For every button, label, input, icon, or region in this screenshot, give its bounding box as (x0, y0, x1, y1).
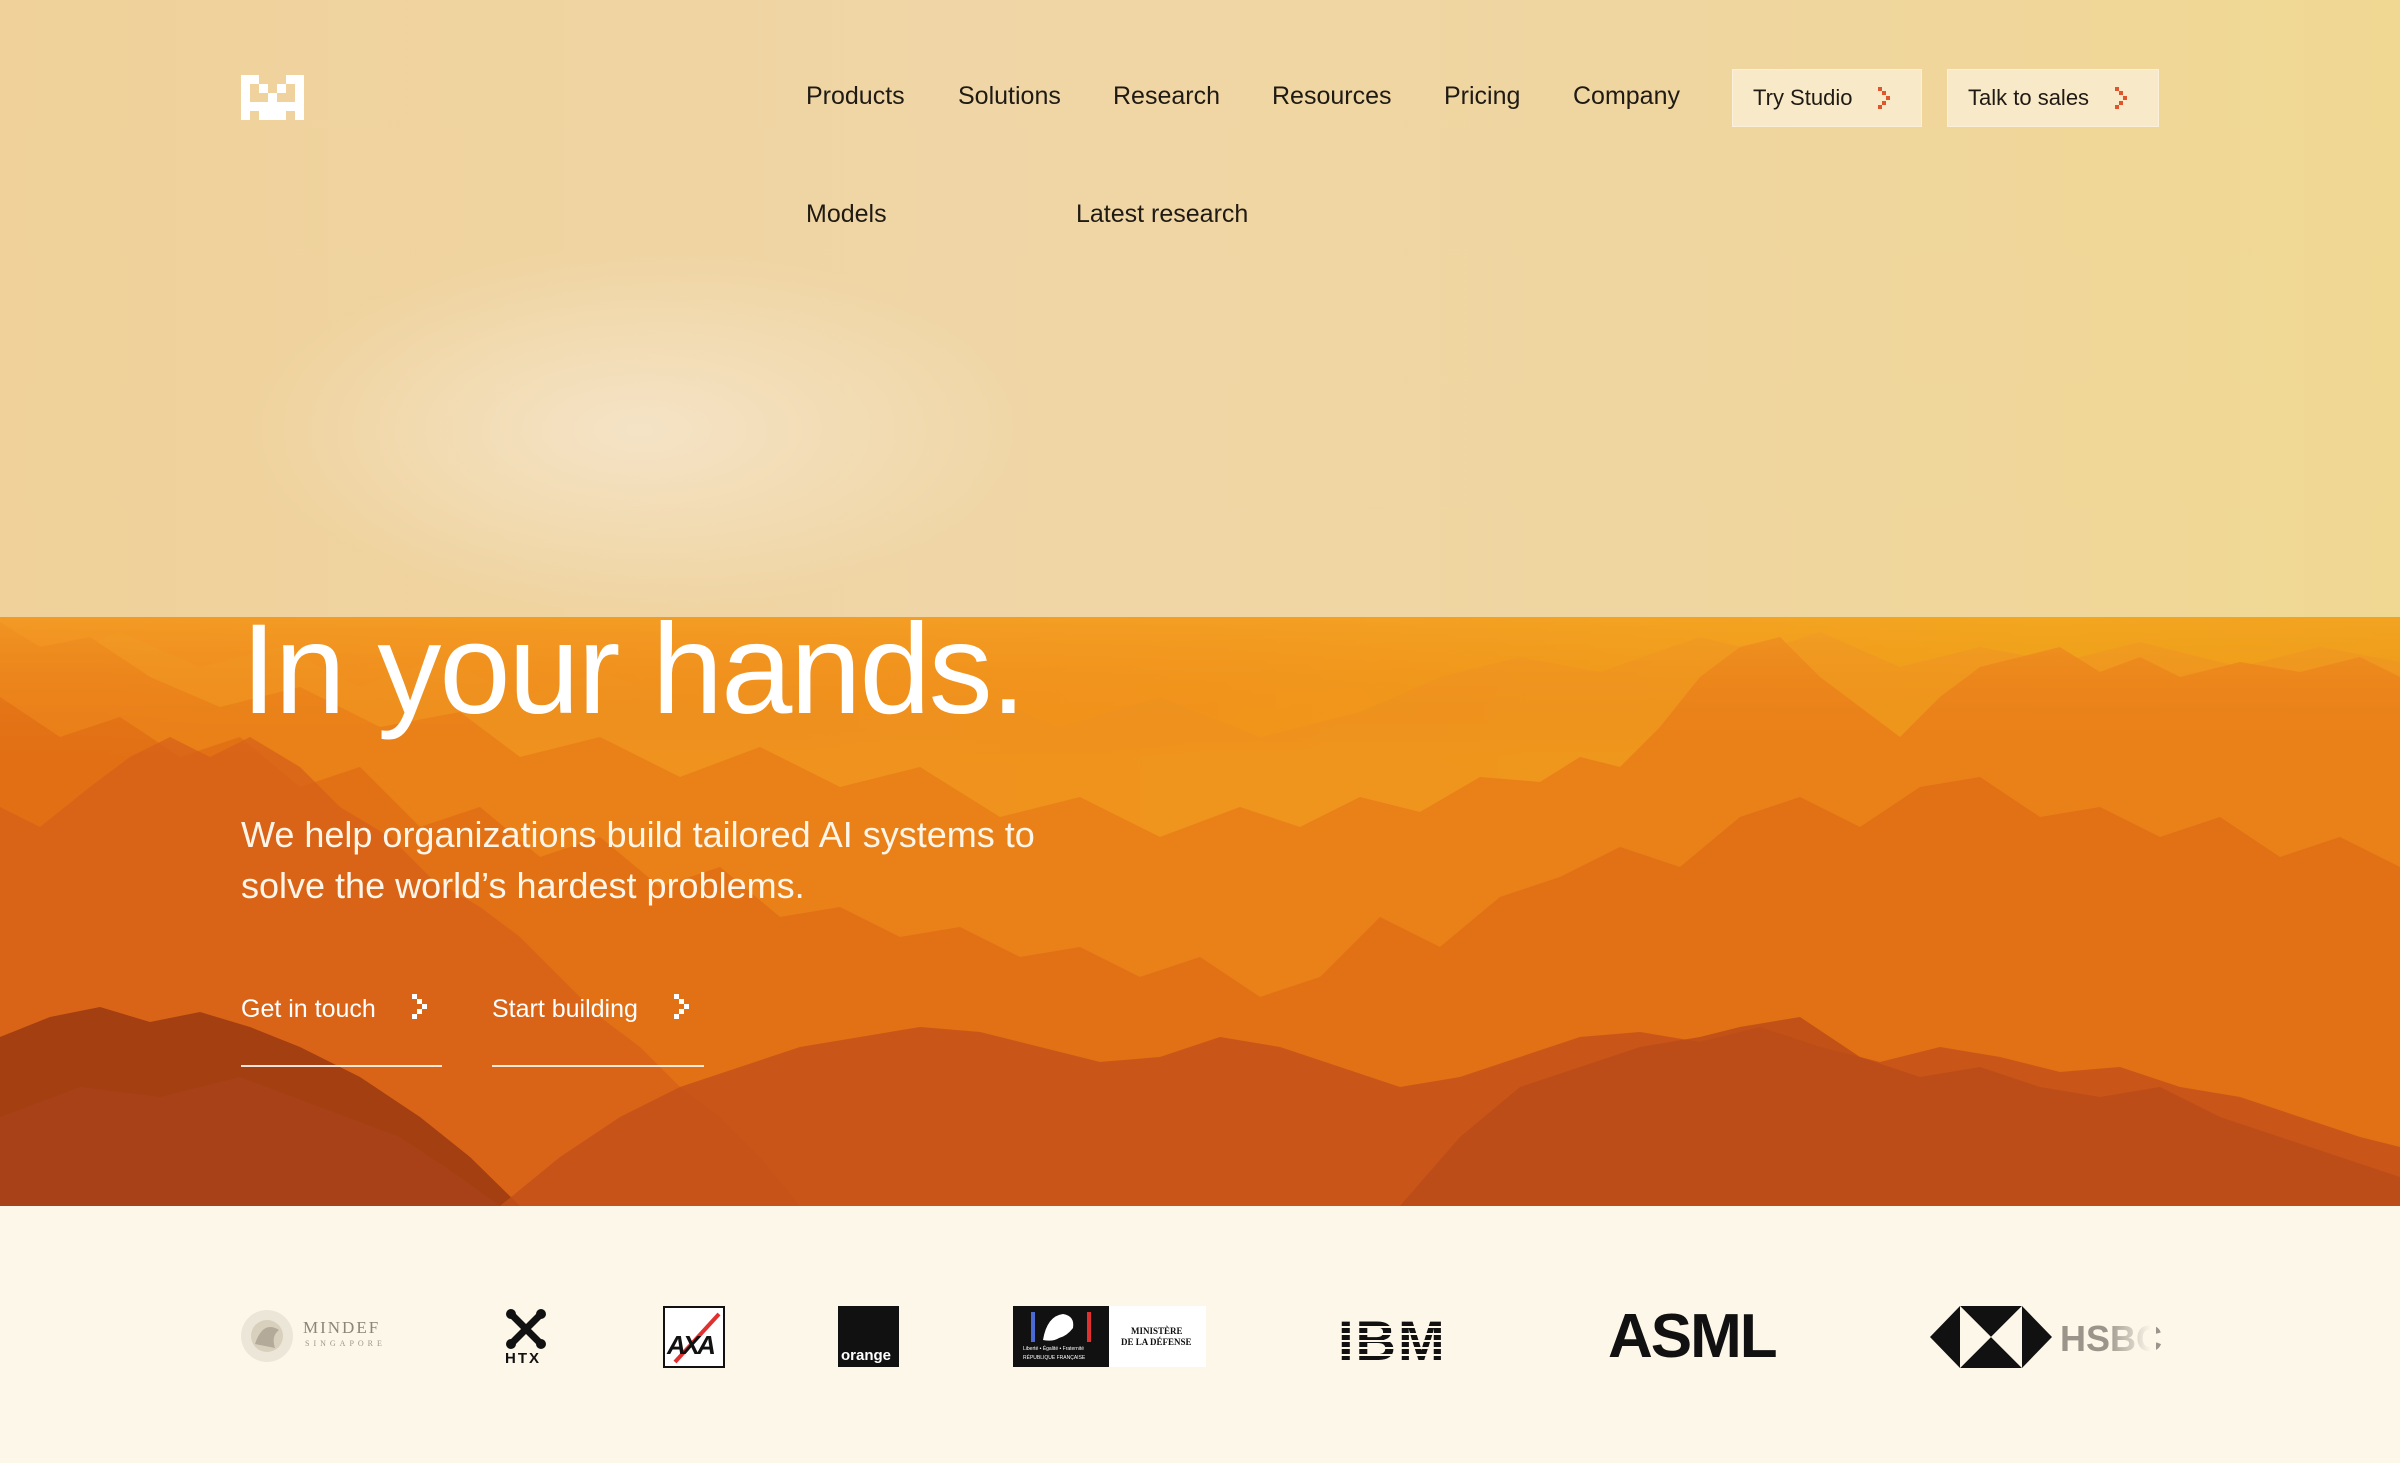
get-in-touch-label: Get in touch (241, 995, 376, 1023)
hsbc-logo: HSBC (1930, 1306, 2162, 1368)
nav-products[interactable]: Products (806, 82, 905, 111)
axa-logo: AXA (663, 1306, 725, 1368)
talk-to-sales-label: Talk to sales (1968, 85, 2090, 110)
chevron-right-icon (411, 994, 427, 1019)
brand-m-logo-icon[interactable] (241, 75, 304, 120)
nav-pricing[interactable]: Pricing (1444, 82, 1520, 111)
try-studio-button[interactable]: Try Studio (1732, 69, 1922, 127)
ministere-defense-logo: Liberté • Égalité • Fraternité RÉPUBLIQU… (1013, 1306, 1206, 1367)
htx-label: HTX (505, 1350, 541, 1367)
submenu-models[interactable]: Models (806, 200, 887, 229)
get-in-touch-button[interactable]: Get in touch (241, 993, 442, 1067)
client-logos-strip: MINDEF SINGAPORE HTX AXA orange Liberté … (0, 1206, 2400, 1463)
axa-label: AXA (667, 1330, 716, 1360)
try-studio-label: Try Studio (1753, 85, 1853, 110)
orange-label: orange (841, 1347, 892, 1364)
start-building-label: Start building (492, 995, 638, 1023)
fade-overlay (2106, 1306, 2156, 1368)
ministere-line1: MINISTÈRE (1131, 1326, 1183, 1336)
nav-solutions[interactable]: Solutions (958, 82, 1061, 111)
submenu-latest-research[interactable]: Latest research (1076, 200, 1248, 229)
talk-to-sales-button[interactable]: Talk to sales (1947, 69, 2159, 127)
header-area: Products Solutions Research Resources Pr… (0, 0, 2400, 617)
asml-logo: ASML (1608, 1306, 1792, 1368)
chevron-right-icon (673, 994, 689, 1019)
ministere-republic: RÉPUBLIQUE FRANÇAISE (1023, 1355, 1086, 1361)
ibm-logo: IBM (1338, 1309, 1454, 1372)
ministere-line2: DE LA DÉFENSE (1121, 1337, 1192, 1347)
nav-resources[interactable]: Resources (1272, 82, 1392, 111)
nav-company[interactable]: Company (1573, 82, 1680, 111)
marianne-block: Liberté • Égalité • Fraternité RÉPUBLIQU… (1013, 1306, 1109, 1367)
start-building-button[interactable]: Start building (492, 993, 704, 1067)
mindef-name: MINDEF (303, 1318, 381, 1337)
mindef-sub: SINGAPORE (305, 1339, 386, 1348)
ministere-motto: Liberté • Égalité • Fraternité (1023, 1346, 1085, 1352)
mindef-logo: MINDEF SINGAPORE (241, 1306, 391, 1366)
hero-subtitle: We help organizations build tailored AI … (241, 814, 1035, 906)
htx-logo: HTX (503, 1306, 549, 1368)
hero-title: In your hands. (241, 598, 1026, 741)
nav-research[interactable]: Research (1113, 82, 1220, 111)
asml-label: ASML (1608, 1302, 1778, 1371)
orange-logo: orange (838, 1306, 899, 1367)
chevron-right-icon (2115, 87, 2128, 109)
chevron-right-icon (1878, 87, 1891, 109)
